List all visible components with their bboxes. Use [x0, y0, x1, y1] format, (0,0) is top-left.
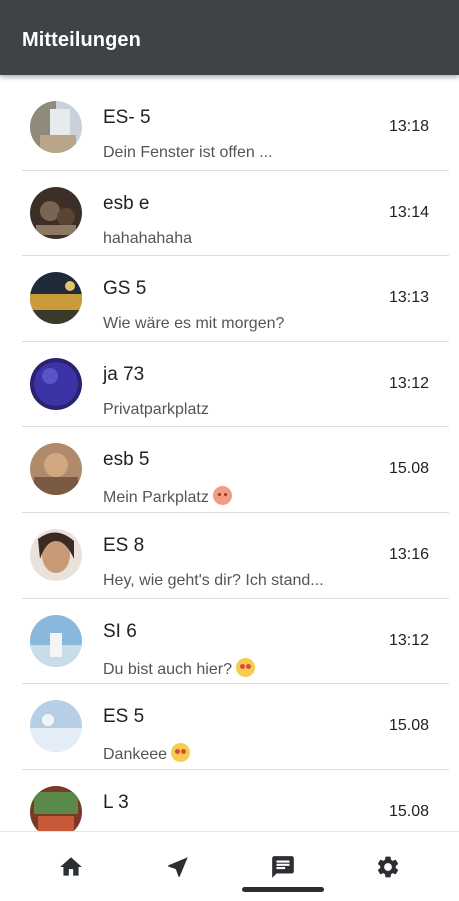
avatar: [30, 357, 82, 410]
sender-name: ES 5: [103, 706, 145, 728]
gear-icon: [377, 856, 399, 877]
avatar: [30, 272, 82, 325]
angry-face-icon: [212, 486, 232, 506]
list-item[interactable]: esb 5 Mein Parkplatz 15.08: [0, 427, 459, 513]
heart-eyes-face-icon: [235, 657, 255, 677]
sender-name: ES 8: [103, 534, 145, 556]
message-preview: Privatparkplatz: [103, 400, 209, 418]
message-preview: Du bist auch hier?: [103, 657, 365, 679]
message-time: 15.08: [388, 460, 429, 478]
avatar: [30, 528, 82, 581]
message-preview: Wie wäre es mit morgen?: [103, 315, 285, 333]
message-time: 13:14: [388, 203, 429, 221]
sender-name: L 3: [103, 791, 129, 813]
heart-eyes-face-icon: [171, 743, 191, 763]
list-item[interactable]: esb e hahahahaha 13:14: [0, 171, 459, 257]
sender-name: esb 5: [103, 449, 150, 471]
list-item[interactable]: ES 5 Dankeee 15.08: [0, 684, 459, 770]
sender-name: esb e: [103, 192, 150, 214]
avatar: [30, 614, 82, 667]
list-item[interactable]: SI 6 Du bist auch hier? 13:12: [0, 599, 459, 685]
bottom-navigation: [0, 831, 459, 901]
nav-navigation-button[interactable]: [121, 832, 235, 901]
navigation-arrow-icon: [168, 856, 188, 877]
avatar: [30, 785, 82, 831]
page-title: Mitteilungen: [22, 29, 141, 51]
app-bar: Mitteilungen: [0, 0, 459, 75]
list-item[interactable]: ja 73 Privatparkplatz 13:12: [0, 342, 459, 428]
notification-list[interactable]: ES- 5 Dein Fenster ist offen ... 13:18 e…: [0, 85, 459, 831]
message-preview: Dankeee: [103, 743, 365, 764]
nav-settings-button[interactable]: [331, 832, 445, 901]
avatar: [30, 443, 82, 496]
list-item[interactable]: ES 8 Hey, wie geht's dir? Ich stand... 1…: [0, 513, 459, 599]
message-preview: Hey, wie geht's dir? Ich stand...: [103, 571, 324, 589]
sender-name: ES- 5: [103, 107, 151, 128]
message-time: 13:18: [388, 118, 429, 135]
message-preview: Mein Parkplatz: [103, 486, 365, 507]
message-preview: hahahahaha: [103, 229, 192, 247]
avatar: [30, 700, 82, 753]
message-time: 13:12: [388, 631, 429, 649]
list-item[interactable]: L 3 15.08: [0, 770, 459, 831]
avatar: [30, 101, 82, 153]
message-preview: Dein Fenster ist offen ...: [103, 144, 273, 161]
message-time: 13:12: [388, 374, 429, 392]
chat-icon: [272, 855, 294, 878]
message-time: 13:13: [388, 289, 429, 307]
avatar: [30, 186, 82, 239]
home-icon: [60, 856, 82, 876]
sender-name: SI 6: [103, 620, 137, 642]
message-time: 15.08: [388, 802, 429, 820]
message-time: 13:16: [388, 545, 429, 563]
nav-home-button[interactable]: [14, 832, 128, 901]
list-item[interactable]: GS 5 Wie wäre es mit morgen? 13:13: [0, 256, 459, 342]
list-item[interactable]: ES- 5 Dein Fenster ist offen ... 13:18: [0, 85, 459, 171]
active-tab-indicator: [242, 887, 324, 892]
message-time: 15.08: [388, 717, 429, 735]
sender-name: GS 5: [103, 278, 147, 300]
sender-name: ja 73: [103, 363, 145, 385]
